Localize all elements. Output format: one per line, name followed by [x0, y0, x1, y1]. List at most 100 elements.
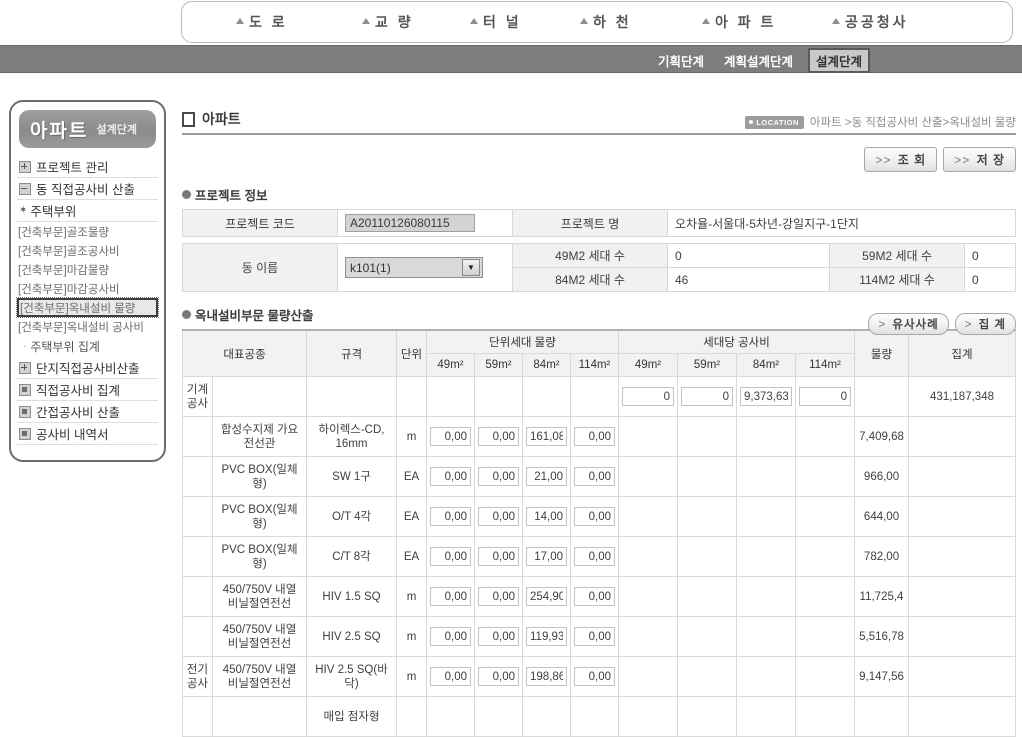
- save-button[interactable]: >> 저 장: [943, 147, 1016, 172]
- sidebar-item-1[interactable]: 프로젝트 관리: [17, 156, 158, 178]
- qty-input-1[interactable]: [430, 667, 472, 686]
- cost-input-4[interactable]: [799, 387, 852, 406]
- nav-item-label: 도 로: [249, 14, 288, 30]
- qty-cell-1: [426, 576, 476, 617]
- qty-input-2[interactable]: [478, 547, 520, 566]
- households-114-value: 0: [964, 267, 1016, 292]
- qty-input-4[interactable]: [574, 627, 616, 646]
- qty-area-header-1: 49m²: [426, 353, 476, 377]
- dong-name-label: 동 이름: [182, 243, 338, 292]
- qty-input-1[interactable]: [430, 427, 472, 446]
- qty-input-2[interactable]: [478, 467, 520, 486]
- location-badge: LOCATION: [745, 115, 804, 129]
- cost-input-3[interactable]: [740, 387, 793, 406]
- nav-item-5[interactable]: 아 파 트: [702, 12, 776, 32]
- spec-cell: SW 1구: [306, 456, 398, 497]
- spec-cell: HIV 2.5 SQ: [306, 616, 398, 657]
- minus-box-icon[interactable]: [19, 182, 31, 195]
- col-cost-per-household: 세대당 공사비: [618, 329, 856, 354]
- page-header: 아파트 LOCATION 아파트 >동 직접공사비 산출>옥내설비 물량: [182, 105, 1016, 135]
- cost-cell-3: [736, 536, 797, 577]
- dot-box-icon[interactable]: [19, 405, 31, 418]
- sidebar-item-5[interactable]: [건축부문]골조공사비: [17, 241, 158, 260]
- dot-box-icon[interactable]: [19, 383, 31, 396]
- sidebar-item-8[interactable]: [건축부문]옥내설비 물량: [16, 297, 159, 318]
- breadcrumb: LOCATION 아파트 >동 직접공사비 산출>옥내설비 물량: [745, 114, 1016, 130]
- stage-tab-2[interactable]: 계획설계단계: [719, 48, 798, 73]
- sidebar-item-7[interactable]: [건축부문]마감공사비: [17, 279, 158, 298]
- sidebar-item-label: 주택부위 집계: [30, 340, 100, 354]
- cost-cell-4: [795, 696, 856, 737]
- qty-input-2[interactable]: [478, 507, 520, 526]
- unit-cell: EA: [396, 536, 428, 577]
- qty-input-4[interactable]: [574, 467, 616, 486]
- qty-input-1[interactable]: [430, 507, 472, 526]
- qty-input-1[interactable]: [430, 467, 472, 486]
- sidebar-item-9[interactable]: [건축부문]옥내설비 공사비: [17, 317, 158, 336]
- dot-icon: ·: [23, 341, 27, 352]
- row-group-cell: [182, 696, 213, 737]
- stage-tab-3[interactable]: 설계단계: [807, 47, 870, 73]
- cost-cell-1: [618, 536, 679, 577]
- cost-input-1[interactable]: [622, 387, 675, 406]
- sidebar-item-6[interactable]: [건축부문]마감물량: [17, 260, 158, 279]
- nav-item-2[interactable]: 교 량: [362, 12, 414, 32]
- qty-input-3[interactable]: [526, 427, 568, 446]
- aggregate-label: 집 계: [978, 319, 1006, 331]
- nav-item-label: 공공청사: [845, 14, 909, 30]
- qty-input-1[interactable]: [430, 547, 472, 566]
- qty-input-4[interactable]: [574, 507, 616, 526]
- cost-cell-2: [677, 536, 738, 577]
- qty-input-3[interactable]: [526, 547, 568, 566]
- sidebar-item-label: [건축부문]골조공사비: [18, 245, 120, 258]
- col-work-type: 대표공종: [181, 329, 308, 377]
- cost-cell-3: [736, 456, 797, 497]
- sidebar-item-3[interactable]: ✶ 주택부위: [17, 200, 158, 222]
- plus-box-icon[interactable]: [19, 160, 31, 173]
- sidebar-item-2[interactable]: 동 직접공사비 산출: [17, 178, 158, 200]
- qty-input-1[interactable]: [430, 627, 472, 646]
- spec-cell: [306, 376, 398, 417]
- sidebar-item-10[interactable]: · 주택부위 집계: [17, 336, 158, 357]
- plus-box-icon[interactable]: [19, 361, 31, 374]
- qty-input-4[interactable]: [574, 547, 616, 566]
- qty-input-2[interactable]: [478, 587, 520, 606]
- qty-cell-2: [474, 456, 524, 497]
- qty-input-3[interactable]: [526, 587, 568, 606]
- total-cell: [908, 696, 1016, 737]
- qty-input-2[interactable]: [478, 427, 520, 446]
- sidebar-item-11[interactable]: 단지직접공사비산출: [17, 357, 158, 379]
- sidebar-item-12[interactable]: 직접공사비 집계: [17, 379, 158, 401]
- aggregate-button[interactable]: > 집 계: [954, 313, 1016, 335]
- dot-box-icon[interactable]: [19, 427, 31, 440]
- qty-input-4[interactable]: [574, 667, 616, 686]
- sidebar-menu: 프로젝트 관리 동 직접공사비 산출 ✶ 주택부위 [건축부문]골조물량 [건축부문]골조…: [16, 156, 159, 445]
- work-type-cell: 합성수지제 가요전선관: [211, 416, 308, 457]
- qty-input-3[interactable]: [526, 467, 568, 486]
- qty-input-2[interactable]: [478, 667, 520, 686]
- qty-input-1[interactable]: [430, 587, 472, 606]
- qty-cell-4: [570, 376, 620, 417]
- qty-input-2[interactable]: [478, 627, 520, 646]
- nav-item-6[interactable]: 공공청사: [832, 12, 909, 32]
- sidebar-item-4[interactable]: [건축부문]골조물량: [17, 222, 158, 241]
- qty-input-4[interactable]: [574, 587, 616, 606]
- qty-input-4[interactable]: [574, 427, 616, 446]
- stage-tab-1[interactable]: 기획단계: [653, 48, 709, 73]
- nav-item-4[interactable]: 하 천: [580, 12, 632, 32]
- qty-input-3[interactable]: [526, 667, 568, 686]
- sidebar-item-13[interactable]: 간접공사비 산출: [17, 401, 158, 423]
- spec-cell: HIV 1.5 SQ: [306, 576, 398, 617]
- cost-input-2[interactable]: [681, 387, 734, 406]
- sidebar-item-14[interactable]: 공사비 내역서: [17, 423, 158, 445]
- qty-input-3[interactable]: [526, 627, 568, 646]
- dong-name-select[interactable]: k101(1) ▼: [345, 257, 483, 278]
- similar-case-button[interactable]: > 유사사례: [868, 313, 949, 335]
- nav-item-1[interactable]: 도 로: [236, 12, 288, 32]
- qty-cell-2: [474, 616, 524, 657]
- qty-input-3[interactable]: [526, 507, 568, 526]
- chevron-down-icon[interactable]: ▼: [462, 259, 480, 276]
- search-button[interactable]: >> 조 회: [864, 147, 938, 172]
- nav-item-3[interactable]: 터 널: [470, 12, 522, 32]
- project-code-input[interactable]: [345, 214, 475, 232]
